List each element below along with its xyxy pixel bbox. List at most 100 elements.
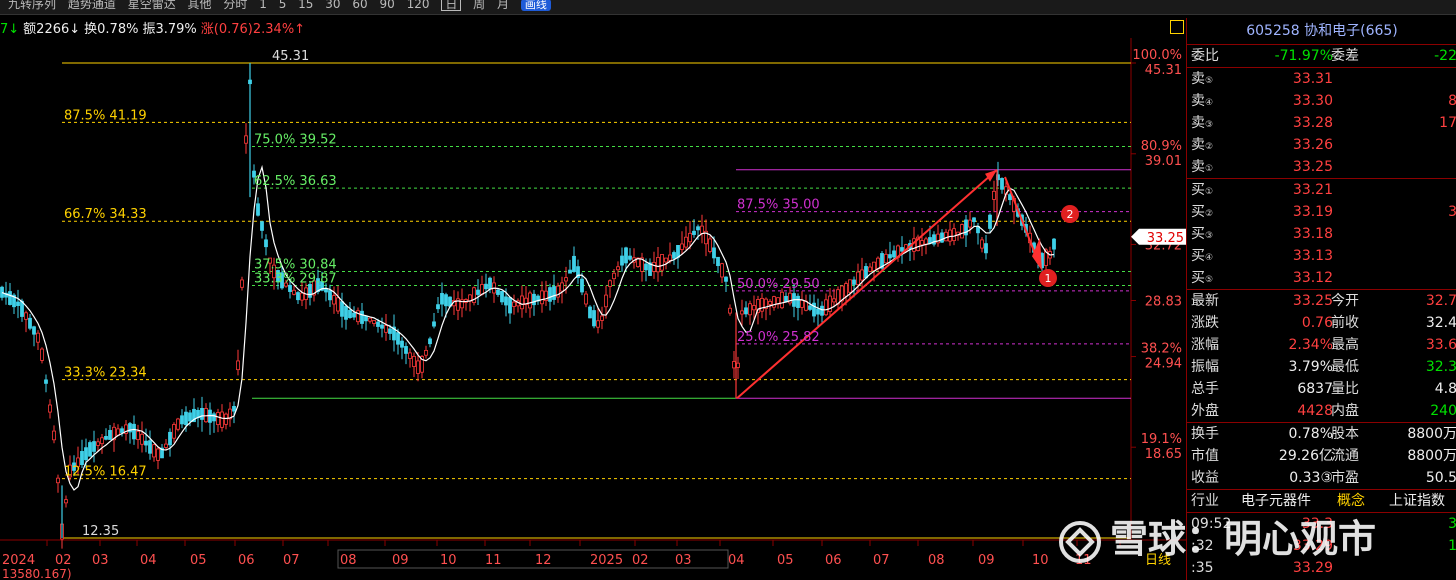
- candle-body: [156, 448, 160, 461]
- kline-chart[interactable]: 12 45.3187.5% 41.1975.0% 39.5262.5% 36.6…: [0, 38, 1186, 580]
- fund-value: 29.26亿: [1278, 448, 1333, 464]
- candle-body: [752, 305, 756, 311]
- stat-prefix: 7↓: [0, 22, 20, 37]
- moving-average-line: [1, 164, 1055, 491]
- candle-body: [236, 360, 240, 371]
- candle-body: [480, 284, 484, 295]
- tool-jiuzhuan[interactable]: 九转序列: [8, 0, 56, 10]
- candle-body: [708, 238, 712, 252]
- candle-body: [512, 301, 516, 307]
- x-axis-label: 10: [1032, 553, 1049, 568]
- bid-label: 买④: [1191, 248, 1214, 264]
- candle-body: [36, 332, 40, 343]
- candle-body: [84, 447, 88, 461]
- tab-120min[interactable]: 120: [407, 0, 430, 10]
- candle-body: [872, 261, 876, 271]
- tab-1min[interactable]: 1: [259, 0, 267, 10]
- bid-row[interactable]: 买④ 33.13: [1187, 245, 1456, 267]
- fib-label: 12.35: [82, 524, 119, 539]
- marker-2: 2: [1061, 205, 1079, 223]
- candle-body: [980, 239, 984, 249]
- candle-body: [232, 405, 236, 412]
- candle-body: [92, 441, 96, 452]
- candle-body: [820, 305, 824, 316]
- maximize-icon[interactable]: [1170, 20, 1184, 34]
- ask-row[interactable]: 卖③ 33.28 17: [1187, 112, 1456, 134]
- x-axis-label: 03: [92, 553, 109, 568]
- footer-text: 13580.167): [2, 567, 72, 580]
- candle-body: [952, 228, 956, 241]
- candle-body: [200, 408, 204, 420]
- candle-body: [824, 299, 828, 316]
- candle-body: [892, 250, 896, 258]
- axis-price: 45.31: [1145, 63, 1182, 78]
- candle-body: [696, 226, 700, 231]
- tool-star-radar[interactable]: 星空雷达: [128, 0, 176, 10]
- candle-body: [660, 254, 664, 271]
- tab-30min[interactable]: 30: [325, 0, 340, 10]
- quote-list: 最新 33.25 今开 32.7 涨跌 0.76 前收 32.4 涨幅 2.34% 最高 33.6 振幅…: [1187, 290, 1456, 422]
- ask-row[interactable]: 卖① 33.25: [1187, 156, 1456, 178]
- x-axis-label: 06: [238, 553, 255, 568]
- candle-body: [324, 288, 328, 293]
- candle-body: [664, 257, 668, 263]
- tab-5min[interactable]: 5: [279, 0, 287, 10]
- quote-value: 2.34%: [1288, 337, 1333, 353]
- bid-row[interactable]: 买③ 33.18: [1187, 223, 1456, 245]
- bid-row[interactable]: 买② 33.19 3: [1187, 201, 1456, 223]
- index-label[interactable]: 上证指数: [1389, 490, 1445, 512]
- candle-body: [380, 324, 384, 329]
- tool-trend-channel[interactable]: 趋势通道: [68, 0, 116, 10]
- candle-body: [760, 297, 764, 312]
- candle-body: [364, 315, 368, 322]
- candle-body: [104, 435, 108, 440]
- tab-intraday[interactable]: 分时: [223, 0, 247, 10]
- stat-change: 涨(0.76)2.34%↑: [200, 22, 306, 37]
- candle-body: [296, 292, 300, 301]
- bid-slot: ③: [1205, 231, 1214, 241]
- bid-row[interactable]: 买① 33.21: [1187, 179, 1456, 201]
- candle-body: [968, 219, 972, 228]
- tab-day[interactable]: 日: [441, 0, 462, 11]
- quote-label: 最高: [1331, 337, 1359, 353]
- ask-label: 卖⑤: [1191, 71, 1214, 87]
- tool-other[interactable]: 其他: [188, 0, 212, 10]
- ask-label: 卖①: [1191, 159, 1214, 175]
- bid-label: 买③: [1191, 226, 1214, 242]
- candle-body: [920, 240, 924, 246]
- ask-slot: ④: [1205, 98, 1214, 108]
- fund-value: 8800万: [1407, 448, 1456, 464]
- candle-body: [336, 297, 340, 312]
- tab-week[interactable]: 周: [473, 0, 485, 10]
- quote-row: 振幅 3.79% 最低 32.3: [1187, 356, 1456, 378]
- candle-body: [300, 292, 304, 301]
- candle-body: [940, 232, 944, 243]
- candle-body: [476, 289, 480, 295]
- candle-body: [372, 320, 376, 324]
- fund-value: 50.5: [1425, 470, 1456, 486]
- ask-row[interactable]: 卖④ 33.30 8: [1187, 90, 1456, 112]
- candle-body: [712, 247, 716, 259]
- candle-body: [552, 286, 556, 300]
- x-axis-label: 11: [485, 553, 502, 568]
- tab-month[interactable]: 月: [497, 0, 509, 10]
- watermark: 雪球：明心观市: [1058, 508, 1376, 564]
- tab-90min[interactable]: 90: [379, 0, 394, 10]
- tick-volume: 3: [1448, 516, 1456, 532]
- draw-line-button[interactable]: 画线: [520, 0, 551, 11]
- x-axis-label: 03: [675, 553, 692, 568]
- candle-body: [800, 299, 804, 308]
- ask-row[interactable]: 卖② 33.26: [1187, 134, 1456, 156]
- tab-15min[interactable]: 15: [298, 0, 313, 10]
- candle-body: [700, 225, 704, 234]
- ask-price: 33.26: [1292, 137, 1333, 153]
- quote-label: 内盘: [1331, 403, 1359, 419]
- tab-60min[interactable]: 60: [352, 0, 367, 10]
- ask-slot: ⑤: [1205, 76, 1214, 86]
- candle-body: [884, 253, 888, 264]
- ask-row[interactable]: 卖⑤ 33.31: [1187, 68, 1456, 90]
- bid-row[interactable]: 买⑤ 33.12: [1187, 267, 1456, 289]
- axis-price: 39.01: [1145, 154, 1182, 169]
- candle-body: [56, 477, 60, 484]
- candle-body: [28, 317, 32, 329]
